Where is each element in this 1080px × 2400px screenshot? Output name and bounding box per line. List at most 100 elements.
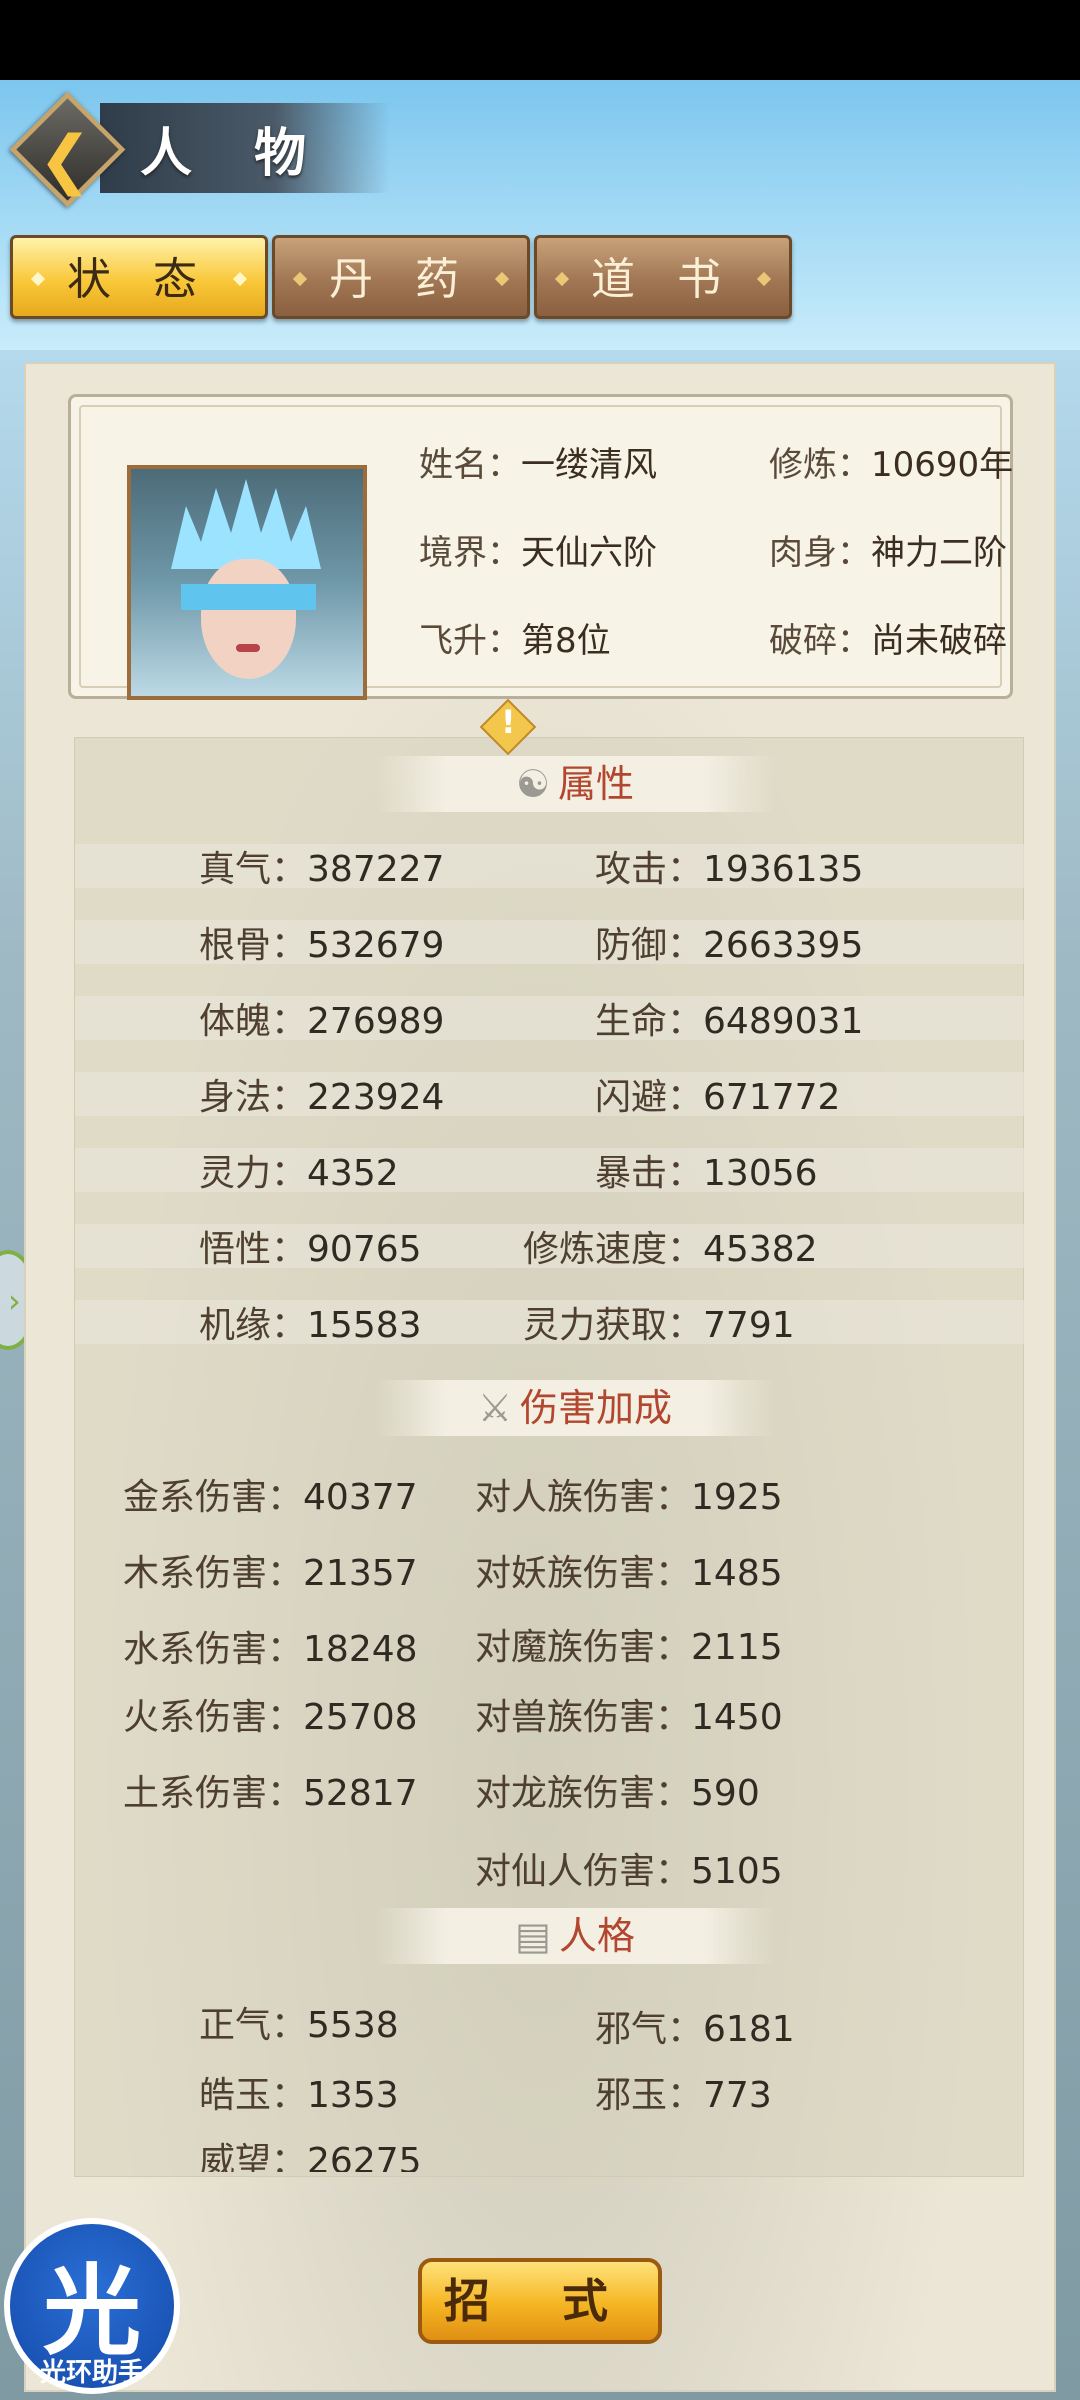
stat-immortal-damage: 对仙人伤害：5105 xyxy=(475,1842,783,1894)
stat-value: 276989 xyxy=(307,1001,445,1042)
shatter-value: 尚未破碎 xyxy=(871,621,1007,661)
tab-ornament xyxy=(554,271,570,287)
stat-value: 1485 xyxy=(691,1553,783,1594)
stat-label: 修炼速度： xyxy=(523,1229,704,1270)
stat-value: 532679 xyxy=(307,925,445,966)
stat-label: 生命： xyxy=(595,1001,704,1042)
header: ❮ 人 物 xyxy=(0,85,400,208)
stat-value: 18248 xyxy=(303,1629,418,1670)
stat-value: 25708 xyxy=(303,1697,418,1738)
realm-field: 境界：天仙六阶 xyxy=(419,525,657,574)
stat-value: 590 xyxy=(691,1773,760,1814)
tab-elixir[interactable]: 丹 药 xyxy=(272,235,530,319)
stat-weiwang: 威望：26275 xyxy=(199,2132,422,2172)
stat-label: 真气： xyxy=(199,849,308,890)
stat-label: 水系伤害： xyxy=(123,1629,304,1670)
stat-value: 45382 xyxy=(703,1229,818,1270)
stat-value: 387227 xyxy=(307,849,445,890)
stat-value: 6489031 xyxy=(703,1001,864,1042)
tab-ornament xyxy=(292,271,308,287)
tab-ornament xyxy=(756,271,772,287)
stat-label: 火系伤害： xyxy=(123,1697,304,1738)
stat-label: 正气： xyxy=(199,2005,308,2046)
stat-label: 攻击： xyxy=(595,849,704,890)
stat-value: 2115 xyxy=(691,1627,783,1668)
stat-value: 1450 xyxy=(691,1697,783,1738)
stat-value: 15583 xyxy=(307,1305,422,1346)
character-panel: 姓名：一缕清风 修炼：10690年 境界：天仙六阶 肉身：神力二阶 飞升：第8位… xyxy=(24,362,1056,2392)
section-personality-title: ▤ 人格 xyxy=(375,1908,775,1964)
stat-value: 13056 xyxy=(703,1153,818,1194)
tab-status[interactable]: 状 态 xyxy=(10,235,268,319)
stat-value: 4352 xyxy=(307,1153,399,1194)
stat-zhengqi: 正气：5538 xyxy=(199,1996,399,2048)
stat-label: 机缘： xyxy=(199,1305,308,1346)
avatar-face xyxy=(201,559,296,679)
body-field: 肉身：神力二阶 xyxy=(769,525,1007,574)
stat-devil-damage: 对魔族伤害：2115 xyxy=(475,1618,783,1670)
tab-label: 道 书 xyxy=(591,254,735,305)
avatar-lips xyxy=(236,644,260,652)
stat-label: 对人族伤害： xyxy=(475,1477,692,1518)
body-value: 神力二阶 xyxy=(871,533,1007,573)
stat-label: 对仙人伤害： xyxy=(475,1851,692,1892)
cultivation-value: 10690年 xyxy=(871,445,1014,485)
stat-label: 对兽族伤害： xyxy=(475,1697,692,1738)
stat-value: 1936135 xyxy=(703,849,864,890)
helper-app-badge[interactable]: 光 光环助手 xyxy=(4,2218,180,2394)
stat-zhenqi: 真气：387227 xyxy=(199,840,444,892)
stat-value: 1925 xyxy=(691,1477,783,1518)
stat-label: 邪玉： xyxy=(595,2075,704,2116)
realm-value: 天仙六阶 xyxy=(521,533,657,573)
stat-value: 1353 xyxy=(307,2075,399,2116)
page-title: 人 物 xyxy=(140,124,329,184)
skills-button[interactable]: 招 式 xyxy=(418,2258,662,2344)
stat-label: 对妖族伤害： xyxy=(475,1553,692,1594)
stat-earth-damage: 土系伤害：52817 xyxy=(123,1764,418,1816)
shatter-label: 破碎： xyxy=(769,621,871,661)
stat-water-damage: 水系伤害：18248 xyxy=(123,1620,418,1672)
cultivation-field: 修炼：10690年 xyxy=(769,437,1013,486)
stat-crit: 暴击：13056 xyxy=(595,1144,818,1196)
stat-value: 26275 xyxy=(307,2141,422,2172)
stat-label: 根骨： xyxy=(199,925,308,966)
stat-jiyuan: 机缘：15583 xyxy=(199,1296,422,1348)
chevron-left-icon[interactable]: ❮ xyxy=(30,125,100,195)
tab-ornament xyxy=(30,271,46,287)
stat-label: 对龙族伤害： xyxy=(475,1773,692,1814)
stat-value: 671772 xyxy=(703,1077,841,1118)
stat-label: 土系伤害： xyxy=(123,1773,304,1814)
stat-label: 金系伤害： xyxy=(123,1477,304,1518)
stat-label: 威望： xyxy=(199,2141,308,2172)
exclamation-icon[interactable]: ! xyxy=(501,703,516,741)
stat-label: 身法： xyxy=(199,1077,308,1118)
chevron-right-icon[interactable]: › xyxy=(8,1282,21,1320)
stat-value: 21357 xyxy=(303,1553,418,1594)
stat-cultivation-speed: 修炼速度：45382 xyxy=(523,1220,818,1272)
name-field: 姓名：一缕清风 xyxy=(419,437,657,486)
name-label: 姓名： xyxy=(419,445,521,485)
stat-value: 7791 xyxy=(703,1305,795,1346)
stat-wood-damage: 木系伤害：21357 xyxy=(123,1544,418,1596)
ascend-label: 飞升： xyxy=(419,621,521,661)
stat-dragon-damage: 对龙族伤害：590 xyxy=(475,1764,760,1816)
section-attributes-label: 属性 xyxy=(558,762,635,806)
stat-tipo: 体魄：276989 xyxy=(199,992,444,1044)
tab-daoshu[interactable]: 道 书 xyxy=(534,235,792,319)
stat-value: 90765 xyxy=(307,1229,422,1270)
section-damage-label: 伤害加成 xyxy=(520,1386,673,1430)
stat-label: 邪气： xyxy=(595,2009,704,2050)
tab-ornament xyxy=(494,271,510,287)
stat-haoyu: 皓玉：1353 xyxy=(199,2066,399,2118)
stat-label: 闪避： xyxy=(595,1077,704,1118)
stats-area: ☯ 属性 真气：387227 攻击：1936135 根骨：532679 防御：26… xyxy=(74,737,1025,2177)
stat-xieqi: 邪气：6181 xyxy=(595,2000,795,2052)
stat-xieyu: 邪玉：773 xyxy=(595,2066,772,2118)
ascend-field: 飞升：第8位 xyxy=(419,613,611,662)
realm-label: 境界： xyxy=(419,533,521,573)
stat-value: 773 xyxy=(703,2075,772,2116)
yin-yang-icon: ☯ xyxy=(515,762,551,806)
stat-value: 5538 xyxy=(307,2005,399,2046)
avatar[interactable] xyxy=(127,465,367,700)
book-icon: ▤ xyxy=(515,1914,551,1958)
